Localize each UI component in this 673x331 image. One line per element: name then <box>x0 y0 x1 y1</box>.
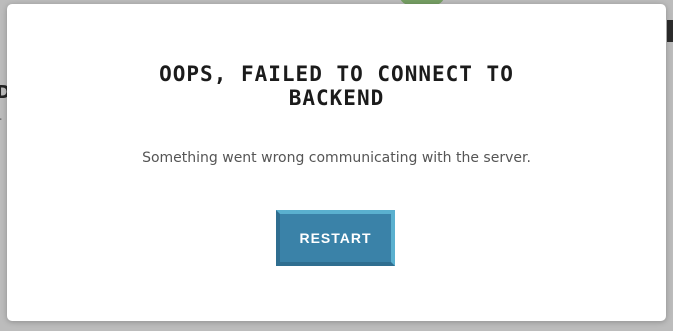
restart-button[interactable]: RESTART <box>276 210 395 266</box>
dialog-message: Something went wrong communicating with … <box>142 150 531 166</box>
dialog-title: OOPS, FAILED TO CONNECT TO BACKEND <box>159 62 514 110</box>
error-dialog: OOPS, FAILED TO CONNECT TO BACKEND Somet… <box>7 4 666 321</box>
